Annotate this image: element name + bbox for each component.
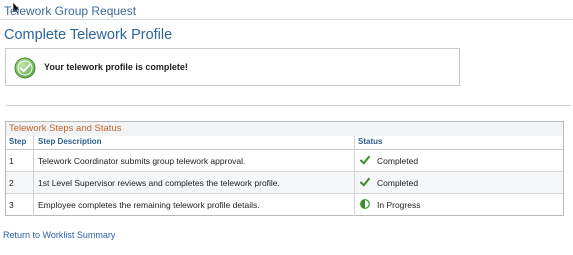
check-circle-icon: [14, 57, 36, 79]
step-status: In Progress: [377, 200, 421, 210]
step-status: Completed: [377, 178, 419, 188]
header-divider: [0, 19, 573, 20]
step-number: 3: [9, 200, 14, 210]
steps-section-title: Telework Steps and Status: [6, 122, 563, 137]
step-number: 2: [9, 178, 14, 188]
in-progress-icon: [360, 199, 370, 209]
column-divider: [354, 136, 355, 216]
column-header-status: Status: [358, 137, 383, 146]
success-message-box: Your telework profile is complete!: [5, 48, 460, 86]
checkmark-icon: [360, 177, 370, 187]
checkmark-icon: [360, 155, 370, 165]
column-divider: [33, 136, 34, 216]
table-row: 1 Telework Coordinator submits group tel…: [6, 150, 563, 172]
step-description: 1st Level Supervisor reviews and complet…: [38, 178, 280, 188]
return-to-worklist-link[interactable]: Return to Worklist Summary: [3, 230, 115, 240]
header-title: Telework Group Request: [4, 4, 137, 18]
success-message-text: Your telework profile is complete!: [44, 62, 188, 72]
page-title: Complete Telework Profile: [4, 27, 173, 43]
column-header-description: Step Description: [38, 137, 102, 146]
table-row: 2 1st Level Supervisor reviews and compl…: [6, 172, 563, 194]
step-number: 1: [9, 156, 14, 166]
steps-status-grid: Telework Steps and Status Step Step Desc…: [5, 121, 564, 216]
column-header-step: Step: [9, 137, 27, 146]
section-divider: [6, 105, 571, 106]
step-description: Telework Coordinator submits group telew…: [38, 156, 246, 166]
step-description: Employee completes the remaining telewor…: [38, 200, 260, 210]
step-status: Completed: [377, 156, 419, 166]
column-header-row: Step Step Description Status: [6, 136, 563, 150]
table-row: 3 Employee completes the remaining telew…: [6, 194, 563, 215]
